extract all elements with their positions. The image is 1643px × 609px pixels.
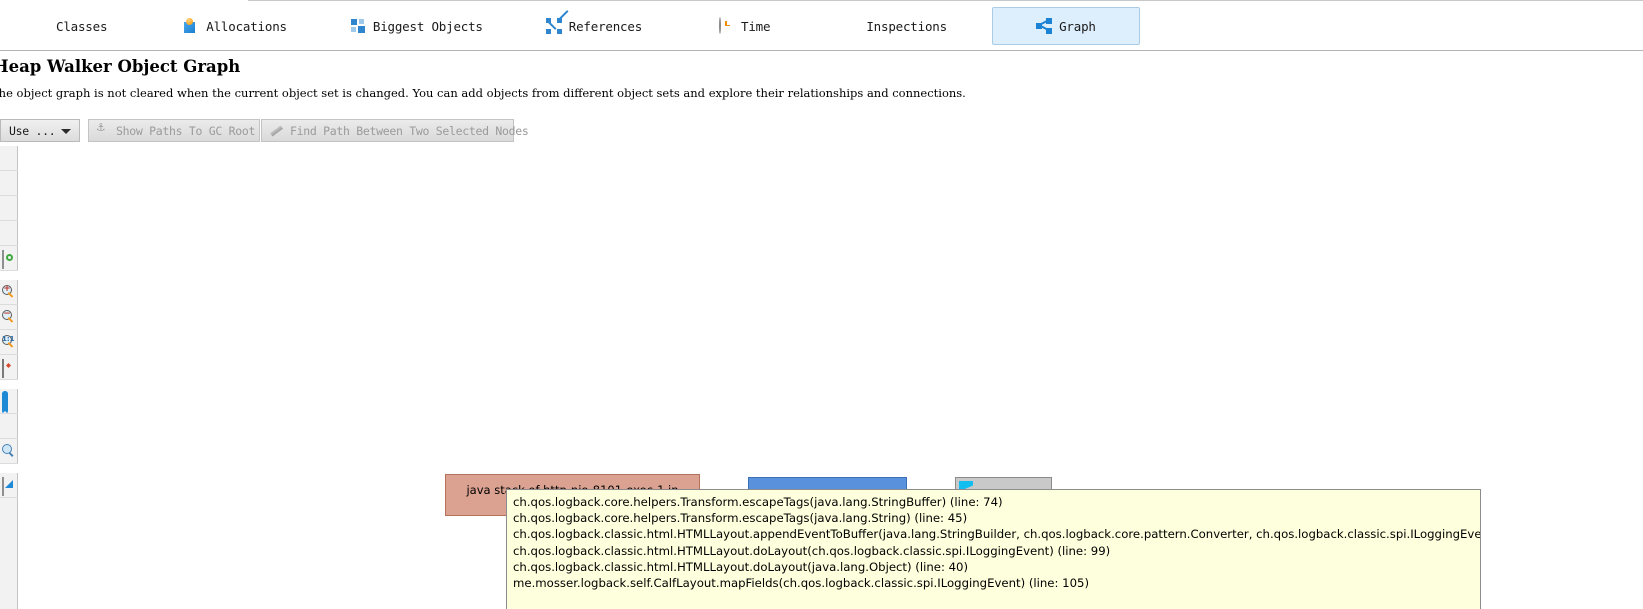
redo-button[interactable]	[0, 414, 18, 439]
references-icon	[545, 10, 569, 34]
undo-icon	[2, 391, 16, 414]
toolstrip-divider-1	[0, 271, 18, 280]
anchor-icon	[97, 120, 110, 137]
zoom-out-icon: −	[2, 309, 16, 324]
tooltip-line: ch.qos.logback.core.helpers.Transform.es…	[513, 495, 1003, 509]
zoom-out-button[interactable]: −	[0, 305, 18, 330]
find-path-label: Find Path Between Two Selected Nodes	[290, 123, 529, 138]
tab-label: References	[568, 18, 643, 34]
page-title: Heap Walker Object Graph	[0, 57, 241, 76]
tab-list: Classes Allocations Biggest Objects Refe…	[0, 7, 1140, 45]
tooltip-line: ch.qos.logback.classic.html.HTMLLayout.a…	[513, 527, 1481, 542]
main-tab-bar: Classes Allocations Biggest Objects Refe…	[0, 0, 1643, 51]
zoom-in-button[interactable]: +	[0, 280, 18, 305]
biggest-objects-icon	[350, 18, 366, 34]
remove-unselected-button[interactable]	[0, 221, 18, 246]
page-description: The object graph is not cleared when the…	[0, 86, 966, 100]
tab-classes[interactable]: Classes	[18, 7, 122, 45]
export-icon	[2, 477, 16, 496]
use-dropdown-label: Use ...	[9, 123, 56, 138]
object-graph-canvas[interactable]: java stack of http-nio-8101-exec-1 in ch…	[19, 146, 1643, 609]
tab-label: Classes	[56, 18, 108, 34]
show-in-heap-walker-button[interactable]	[0, 246, 18, 271]
outgoing-references-icon	[2, 176, 16, 190]
tab-biggest-objects[interactable]: Biggest Objects	[335, 7, 498, 45]
tab-bar-top-divider	[248, 0, 1643, 1]
zoom-in-icon: +	[2, 284, 16, 299]
find-button[interactable]	[0, 439, 18, 464]
graph-icon	[1036, 18, 1053, 34]
zoom-actual-size-button[interactable]: 1:1	[0, 330, 18, 355]
gear-icon	[843, 18, 859, 34]
find-icon	[2, 444, 16, 458]
tab-label: Inspections	[866, 18, 947, 34]
redo-icon	[2, 419, 16, 433]
tab-graph[interactable]: Graph	[991, 7, 1140, 45]
tooltip-line: ch.qos.logback.classic.html.HTMLLayout.d…	[513, 559, 969, 574]
toolstrip-divider-3	[0, 464, 18, 473]
show-in-heap-walker-icon	[2, 250, 16, 269]
incoming-references-icon	[2, 151, 16, 165]
classes-icon	[33, 18, 49, 34]
graph-tool-strip: + − 1:1	[0, 146, 18, 609]
use-dropdown-button[interactable]: Use ...	[0, 119, 80, 142]
tab-allocations[interactable]: Allocations	[168, 7, 302, 45]
fit-content-icon	[2, 359, 16, 378]
outgoing-references-button[interactable]	[0, 171, 18, 196]
tab-label: Allocations	[206, 18, 287, 34]
fit-content-button[interactable]	[0, 355, 18, 380]
find-path-between-nodes-button[interactable]: Find Path Between Two Selected Nodes	[261, 119, 529, 142]
allocations-icon	[183, 18, 199, 34]
show-paths-label: Show Paths To GC Root	[116, 123, 256, 138]
tab-inspections[interactable]: Inspections	[828, 7, 962, 45]
tab-time[interactable]: Time	[703, 7, 785, 45]
export-button[interactable]	[0, 473, 18, 498]
incoming-references-button[interactable]	[0, 146, 18, 171]
chevron-down-icon	[61, 129, 71, 134]
show-paths-to-gc-root-button[interactable]: Show Paths To GC Root	[88, 119, 260, 142]
pencil-icon	[270, 124, 284, 137]
tab-references[interactable]: References	[531, 7, 657, 45]
tab-label: Biggest Objects	[372, 18, 483, 34]
tab-label: Time	[741, 18, 771, 34]
remove-selected-icon	[2, 201, 16, 215]
zoom-actual-size-icon: 1:1	[2, 335, 16, 349]
graph-action-toolbar: Use ... Show Paths To GC Root Find Path …	[0, 117, 1643, 144]
tab-label: Graph	[1059, 18, 1096, 34]
clock-icon	[718, 17, 734, 34]
toolstrip-divider-2	[0, 380, 18, 389]
undo-button[interactable]	[0, 389, 18, 414]
remove-selected-button[interactable]	[0, 196, 18, 221]
tooltip-line: me.mosser.logback.self.CalfLayout.mapFie…	[513, 576, 1090, 591]
remove-unselected-icon	[2, 226, 16, 240]
tooltip-line: ch.qos.logback.classic.html.HTMLLayout.d…	[513, 543, 1111, 558]
tooltip-line: ch.qos.logback.core.helpers.Transform.es…	[513, 511, 968, 526]
stack-trace-tooltip: ch.qos.logback.core.helpers.Transform.es…	[506, 489, 1481, 609]
